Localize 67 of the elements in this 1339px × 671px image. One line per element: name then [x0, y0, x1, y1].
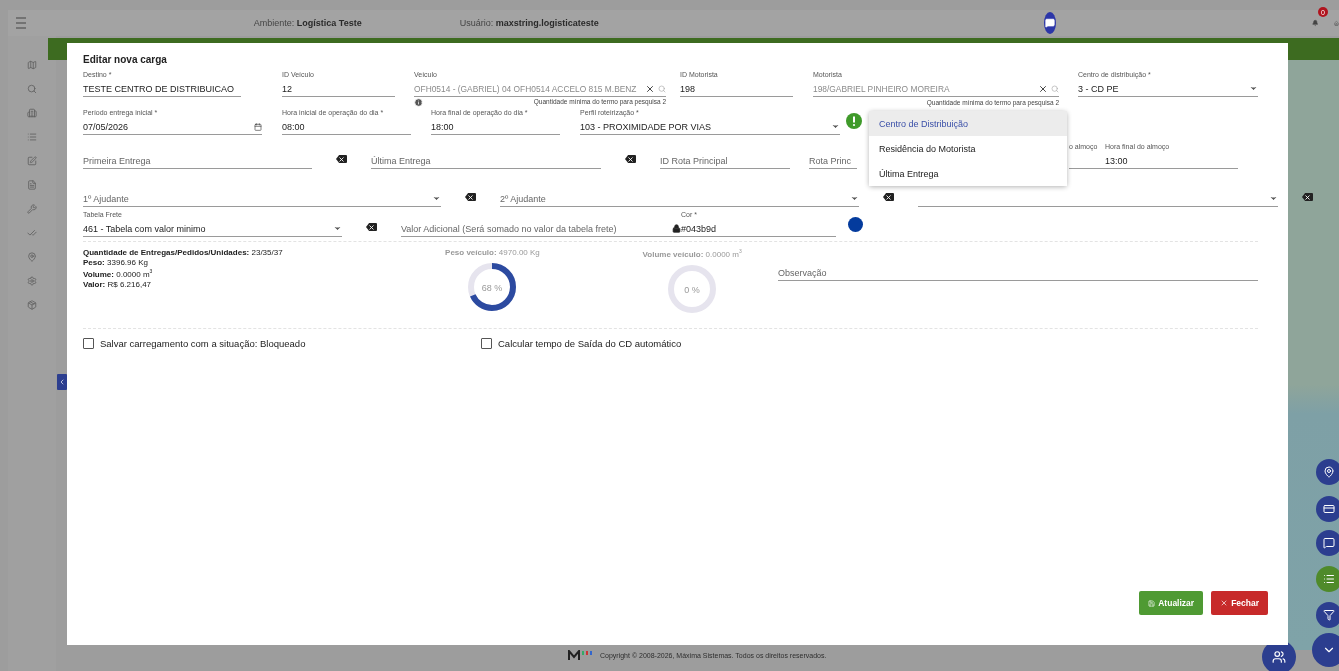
select-field[interactable]: 461 - Tabela com valor minimo: [83, 223, 330, 234]
summary-text: Valor: R$ 6.216,47: [83, 279, 153, 289]
action-button[interactable]: Atualizar: [1139, 591, 1204, 615]
caret-icon[interactable]: [1249, 84, 1258, 93]
input-field[interactable]: 12: [282, 83, 395, 94]
environment-text: Ambiente: Logística Teste: [253, 18, 362, 28]
input-field[interactable]: TESTE CENTRO DE DISTRIBUICAO: [83, 83, 241, 94]
calendar-icon[interactable]: [254, 122, 262, 131]
caret-icon[interactable]: [831, 122, 840, 131]
select-field[interactable]: 3 - CD PE: [1078, 83, 1246, 94]
pin-icon[interactable]: [1323, 466, 1335, 478]
input-field[interactable]: ID Rota Principal: [660, 155, 790, 166]
close-icon[interactable]: [1038, 83, 1048, 94]
save-icon: [1148, 599, 1156, 607]
input-field[interactable]: Observação: [778, 267, 1258, 278]
clear-icon[interactable]: [883, 193, 894, 201]
checkbox-label: Calcular tempo de Saída do CD automático: [498, 338, 682, 349]
caret-icon[interactable]: [850, 194, 859, 203]
clear-icon[interactable]: [465, 193, 476, 201]
date-field[interactable]: 07/05/2026: [83, 121, 251, 132]
filter-icon[interactable]: [1323, 609, 1335, 621]
progress-ring: 68 %: [466, 261, 519, 313]
clear-icon[interactable]: [366, 223, 377, 231]
clear-icon[interactable]: [625, 155, 636, 163]
user-text: Usuário: maxstring.logisticateste: [459, 18, 599, 28]
input-field[interactable]: Última Entrega: [371, 155, 601, 166]
input-field[interactable]: Rota Princ: [809, 155, 857, 166]
checkbox[interactable]: [83, 338, 94, 349]
menu-item[interactable]: Centro de Distribuição: [869, 111, 1067, 136]
input-field[interactable]: 18:00: [431, 121, 560, 132]
bell-icon[interactable]: [1311, 17, 1319, 29]
input-field[interactable]: 13:00: [1105, 155, 1238, 166]
gauge-label: Volume veículo: 0.0000 m$^{3}$: [642, 248, 742, 259]
select-field[interactable]: 2º Ajudante: [500, 193, 847, 204]
input-field[interactable]: Valor Adicional (Será somado no valor da tabela frete): [401, 223, 669, 234]
color-swatch[interactable]: [848, 217, 863, 232]
input-field[interactable]: 08:00: [282, 121, 411, 132]
modal-title: Editar nova carga: [83, 54, 168, 65]
progress-ring: 0 %: [666, 262, 719, 315]
list-icon[interactable]: [1323, 573, 1335, 585]
input-field[interactable]: Primeira Entrega: [83, 155, 312, 166]
users-icon[interactable]: [1272, 650, 1286, 664]
input-field[interactable]: 198: [680, 83, 793, 94]
close-icon: [1220, 599, 1229, 607]
logo-icon: [568, 650, 594, 660]
select-field[interactable]: 103 - PROXIMIDADE POR VIAS: [580, 121, 828, 132]
menu-item[interactable]: Residência do Motorista: [869, 136, 1067, 161]
summary-text: Quantidade de Entregas/Pedidos/Unidades: 23/35/37: [83, 248, 284, 257]
gauge-label: Peso veículo: 4970.00 Kg: [445, 248, 540, 257]
select-field[interactable]: 1º Ajudante: [83, 193, 429, 204]
caret-icon[interactable]: [333, 224, 342, 233]
menu-item[interactable]: Última Entrega: [869, 161, 1067, 186]
summary-text: Volume: 0.0000 m$^{3}$: [83, 268, 154, 279]
chat-icon[interactable]: [1323, 537, 1335, 549]
chat-avatar-icon[interactable]: [1043, 12, 1056, 34]
clear-icon[interactable]: [336, 155, 347, 163]
checkbox-label: Salvar carregamento com a situação: Bloqueado: [100, 338, 306, 349]
input-field[interactable]: #043b9d: [681, 223, 836, 234]
checkbox[interactable]: [481, 338, 492, 349]
caret-icon[interactable]: [1269, 194, 1278, 203]
action-button[interactable]: Fechar: [1211, 591, 1268, 615]
summary-text: Peso: 3396.96 Kg: [83, 258, 149, 267]
card-icon[interactable]: [1323, 503, 1335, 515]
clear-icon[interactable]: [1302, 193, 1313, 201]
collapse-icon[interactable]: [58, 378, 66, 386]
caret-icon[interactable]: [432, 194, 441, 203]
close-icon[interactable]: [645, 83, 655, 94]
